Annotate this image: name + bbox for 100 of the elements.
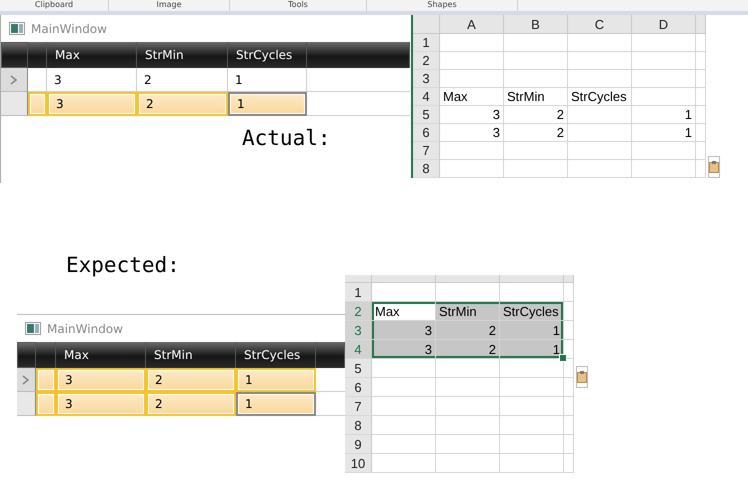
row-number[interactable]: 5 — [413, 106, 440, 124]
sheet-cell[interactable] — [500, 378, 564, 397]
sheet-cell[interactable] — [696, 34, 706, 52]
sheet-cell[interactable]: 1 — [632, 124, 696, 142]
column-header[interactable] — [696, 15, 706, 34]
column-header[interactable]: A — [440, 15, 504, 34]
row-number[interactable]: 1 — [413, 34, 440, 52]
sheet-cell[interactable] — [632, 52, 696, 70]
sheet-cell[interactable] — [632, 142, 696, 160]
sheet-cell[interactable] — [696, 52, 706, 70]
sheet-cell[interactable] — [568, 106, 632, 124]
sheet-cell[interactable] — [564, 340, 574, 359]
column-header[interactable]: StrMin — [146, 342, 236, 368]
sheet-cell[interactable]: 1 — [632, 106, 696, 124]
sheet-cell[interactable] — [504, 34, 568, 52]
row-number[interactable]: 3 — [413, 70, 440, 88]
column-header[interactable]: Max — [56, 342, 146, 368]
row-number[interactable]: 10 — [345, 454, 372, 473]
grid-cell[interactable]: 3 — [56, 392, 146, 416]
sheet-cell[interactable] — [564, 454, 574, 473]
sheet-cell[interactable] — [372, 378, 436, 397]
paste-options-button[interactable] — [576, 366, 588, 388]
select-all-corner[interactable] — [413, 15, 440, 34]
sheet-cell[interactable] — [696, 88, 706, 106]
sheet-cell[interactable] — [500, 416, 564, 435]
row-number[interactable]: 7 — [413, 142, 440, 160]
row-number[interactable]: 9 — [345, 435, 372, 454]
grid-cell[interactable] — [36, 368, 56, 392]
column-header[interactable]: C — [568, 15, 632, 34]
column-header[interactable]: B — [504, 15, 568, 34]
row-header[interactable] — [17, 368, 36, 392]
sheet-cell[interactable]: 3 — [372, 321, 436, 340]
sheet-cell[interactable] — [504, 70, 568, 88]
sheet-cell[interactable] — [564, 302, 574, 321]
grid-cell[interactable]: 1 — [236, 392, 316, 416]
grid-cell[interactable]: 3 — [47, 92, 137, 116]
sheet-cell[interactable] — [504, 142, 568, 160]
sheet-cell[interactable] — [564, 359, 574, 378]
sheet-cell[interactable] — [436, 378, 500, 397]
sheet-cell[interactable]: 3 — [372, 340, 436, 359]
sheet-cell[interactable] — [500, 397, 564, 416]
sheet-cell[interactable] — [440, 34, 504, 52]
row-number[interactable]: 5 — [345, 359, 372, 378]
column-header[interactable]: Max — [47, 42, 137, 68]
sheet-cell[interactable] — [440, 142, 504, 160]
row-number[interactable]: 2 — [413, 52, 440, 70]
column-header[interactable]: StrCycles — [236, 342, 316, 368]
sheet-cell[interactable] — [440, 70, 504, 88]
sheet-cell[interactable] — [440, 52, 504, 70]
sheet-cell[interactable] — [436, 435, 500, 454]
sheet-cell[interactable] — [372, 397, 436, 416]
row-number[interactable]: 6 — [345, 378, 372, 397]
row-number[interactable]: 2 — [345, 302, 372, 321]
sheet-cell[interactable] — [504, 52, 568, 70]
paste-options-button[interactable] — [708, 156, 720, 178]
grid-cell[interactable]: 1 — [236, 368, 316, 392]
sheet-cell[interactable] — [500, 435, 564, 454]
sheet-cell[interactable] — [436, 359, 500, 378]
sheet-cell[interactable]: 2 — [436, 321, 500, 340]
grid-cell[interactable]: 2 — [146, 392, 236, 416]
sheet-cell[interactable] — [436, 397, 500, 416]
sheet-cell[interactable]: 2 — [504, 124, 568, 142]
sheet-cell[interactable] — [372, 416, 436, 435]
fill-handle[interactable] — [559, 354, 567, 362]
sheet-cell[interactable] — [564, 435, 574, 454]
sheet-cell[interactable] — [632, 34, 696, 52]
sheet-cell[interactable] — [500, 359, 564, 378]
sheet-cell[interactable] — [696, 106, 706, 124]
sheet-cell[interactable]: Max — [372, 302, 436, 321]
grid-cell[interactable]: 2 — [137, 92, 228, 116]
sheet-cell[interactable]: 2 — [504, 106, 568, 124]
select-all-corner[interactable] — [345, 275, 372, 283]
row-header[interactable] — [1, 92, 28, 116]
sheet-cell[interactable]: 3 — [440, 124, 504, 142]
sheet-cell[interactable]: Max — [440, 88, 504, 106]
row-number[interactable]: 7 — [345, 397, 372, 416]
column-header[interactable] — [500, 275, 564, 283]
sheet-cell[interactable] — [372, 435, 436, 454]
row-number[interactable]: 8 — [413, 160, 440, 178]
sheet-cell[interactable] — [568, 142, 632, 160]
sheet-cell[interactable] — [564, 397, 574, 416]
row-number[interactable]: 8 — [345, 416, 372, 435]
sheet-cell[interactable] — [568, 160, 632, 178]
sheet-cell[interactable] — [564, 283, 574, 302]
sheet-cell[interactable] — [568, 124, 632, 142]
sheet-cell[interactable]: 1 — [500, 340, 564, 359]
grid-cell[interactable] — [36, 392, 56, 416]
sheet-cell[interactable]: 3 — [440, 106, 504, 124]
sheet-cell[interactable] — [632, 70, 696, 88]
sheet-cell[interactable] — [568, 34, 632, 52]
row-header[interactable] — [1, 68, 28, 92]
sheet-cell[interactable] — [696, 124, 706, 142]
sheet-cell[interactable] — [632, 160, 696, 178]
sheet-cell[interactable] — [500, 454, 564, 473]
sheet-cell[interactable]: StrMin — [436, 302, 500, 321]
column-header[interactable] — [372, 275, 436, 283]
column-header[interactable] — [436, 275, 500, 283]
grid-cell[interactable]: 2 — [146, 368, 236, 392]
row-number[interactable]: 4 — [413, 88, 440, 106]
sheet-cell[interactable] — [440, 160, 504, 178]
